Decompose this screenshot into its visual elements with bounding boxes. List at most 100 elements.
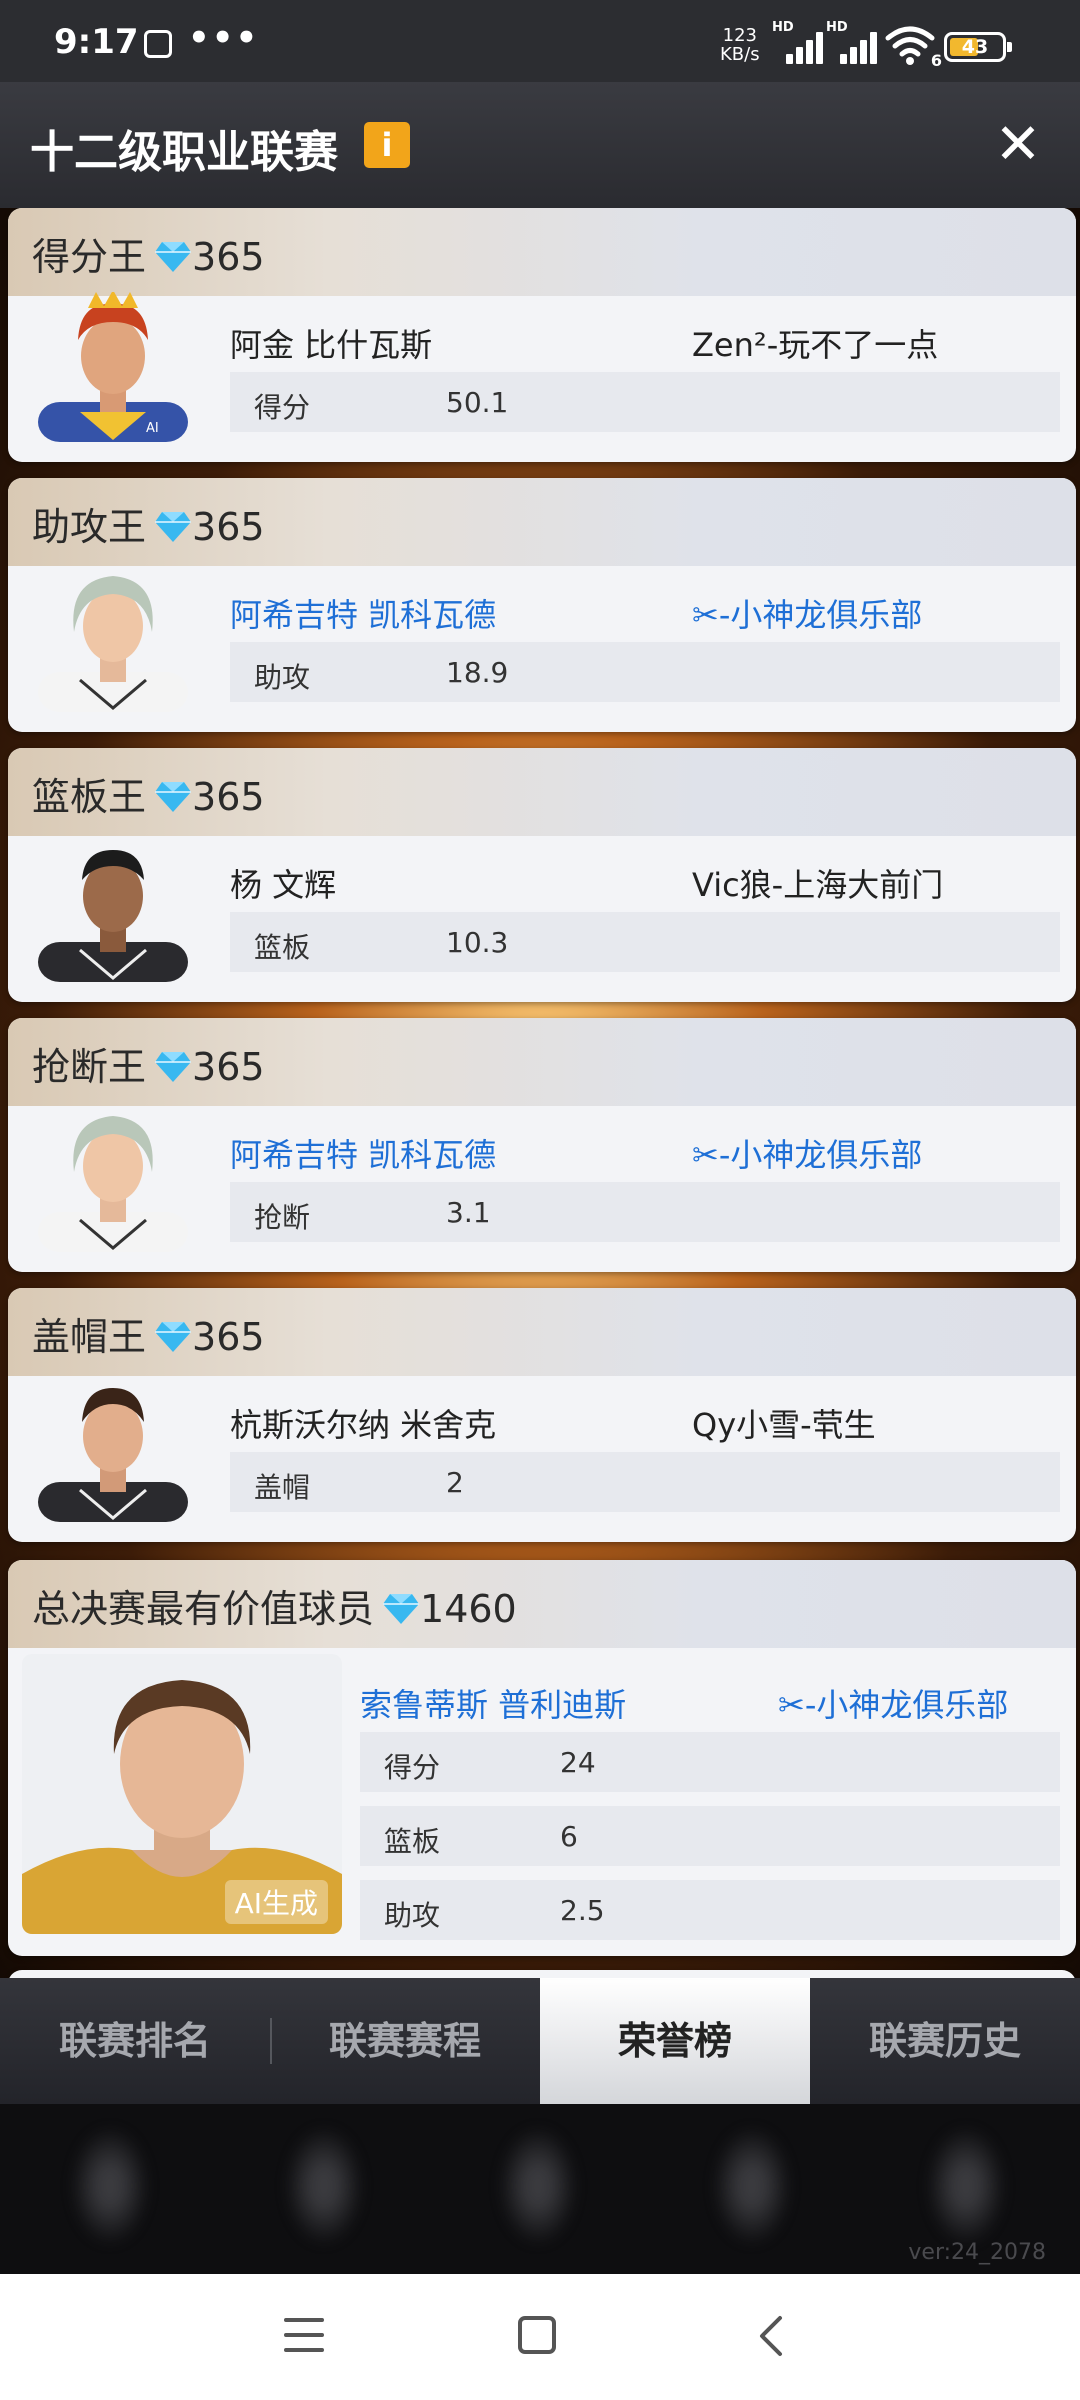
award-title-row: 助攻王 365 <box>32 496 265 551</box>
award-title: 篮板王 <box>32 775 147 819</box>
player-name[interactable]: 杭斯沃尔纳 米舍克 <box>230 1400 496 1446</box>
header: 十二级职业联赛 i ✕ <box>0 82 1080 208</box>
player-name[interactable]: 杨 文辉 <box>230 860 336 906</box>
stat-value: 18.9 <box>446 656 509 689</box>
close-button[interactable]: ✕ <box>988 116 1048 176</box>
award-card-steals: 抢断王 365 阿希吉特 凯科瓦德 ✂-小神龙俱乐部 抢断 3.1 <box>8 1018 1076 1272</box>
stat-value: 6 <box>560 1820 578 1853</box>
wifi-badge: 6 <box>930 51 942 70</box>
award-title-row: 得分王 365 <box>32 226 265 281</box>
stat-row: 抢断 3.1 <box>230 1182 1060 1242</box>
diamond-icon <box>383 1594 420 1624</box>
stat-label: 得分 <box>384 1751 441 1784</box>
stat-value: 2.5 <box>560 1894 605 1927</box>
player-avatar[interactable]: AI <box>28 292 198 442</box>
player-avatar[interactable] <box>28 1102 198 1252</box>
stat-row: 篮板 6 <box>360 1806 1060 1866</box>
scissors-icon: ✂ <box>692 1136 719 1174</box>
stat-label: 得分 <box>254 391 311 424</box>
player-avatar[interactable] <box>28 832 198 982</box>
award-card-scoring: 得分王 365 AI 阿金 比什瓦斯 Zen²-玩不了一点 得分 50.1 <box>8 208 1076 462</box>
battery-level: 43 <box>961 36 989 58</box>
signal-icon-2: HD <box>826 20 878 64</box>
diamond-reward: 1460 <box>420 1587 517 1631</box>
stat-row: 助攻 2.5 <box>360 1880 1060 1940</box>
award-title: 盖帽王 <box>32 1315 147 1359</box>
diamond-icon <box>155 512 192 542</box>
scissors-icon: ✂ <box>778 1686 805 1724</box>
award-header: 抢断王 365 <box>8 1018 1076 1106</box>
app-notification-icon <box>144 30 172 58</box>
team-name-text: -小神龙俱乐部 <box>718 1136 923 1174</box>
award-title: 助攻王 <box>32 505 147 549</box>
stat-row: 得分 50.1 <box>230 372 1060 432</box>
blurred-bottom-menu: ver:24_2078 <box>0 2104 1080 2274</box>
blurred-menu-icon <box>498 2126 578 2246</box>
diamond-reward: 365 <box>192 775 265 819</box>
stat-value: 50.1 <box>446 386 509 419</box>
hd-label-2: HD <box>826 20 848 35</box>
mvp-team-name[interactable]: ✂-小神龙俱乐部 <box>778 1680 1008 1726</box>
status-time: 9:17 <box>54 22 139 62</box>
award-title-row: 总决赛最有价值球员 1460 <box>32 1578 517 1633</box>
award-title: 总决赛最有价值球员 <box>32 1587 375 1631</box>
award-title-row: 篮板王 365 <box>32 766 265 821</box>
diamond-icon <box>155 782 192 812</box>
wifi-icon: 6 <box>884 22 942 70</box>
tab-league-schedule[interactable]: 联赛赛程 <box>270 1978 540 2104</box>
info-button[interactable]: i <box>364 122 410 168</box>
more-notifications-icon: ••• <box>188 18 260 58</box>
tab-honor-roll[interactable]: 荣誉榜 <box>540 1978 810 2104</box>
team-name-text: -小神龙俱乐部 <box>718 596 923 634</box>
team-name-text: -小神龙俱乐部 <box>804 1686 1009 1724</box>
diamond-reward: 365 <box>192 1315 265 1359</box>
award-header: 得分王 365 <box>8 208 1076 296</box>
player-avatar[interactable] <box>28 562 198 712</box>
version-label: ver:24_2078 <box>908 2240 1046 2265</box>
mvp-avatar[interactable]: AI生成 <box>22 1654 342 1934</box>
award-header: 总决赛最有价值球员 1460 <box>8 1560 1076 1648</box>
blurred-menu-icon <box>284 2126 364 2246</box>
diamond-reward: 365 <box>192 505 265 549</box>
status-bar: 9:17 ••• 123 KB/s HD HD 6 43 <box>0 0 1080 82</box>
award-header: 盖帽王 365 <box>8 1288 1076 1376</box>
tab-league-ranking[interactable]: 联赛排名 <box>0 1978 270 2104</box>
home-icon[interactable] <box>518 2316 556 2354</box>
menu-icon[interactable] <box>284 2318 324 2354</box>
team-name[interactable]: ✂-小神龙俱乐部 <box>692 1130 922 1176</box>
award-card-rebounds: 篮板王 365 杨 文辉 Vic狼-上海大前门 篮板 10.3 <box>8 748 1076 1002</box>
team-name[interactable]: ✂-小神龙俱乐部 <box>692 590 922 636</box>
diamond-icon <box>155 1052 192 1082</box>
player-name[interactable]: 阿金 比什瓦斯 <box>230 320 432 366</box>
next-card-peek <box>8 1970 1076 1978</box>
player-name[interactable]: 阿希吉特 凯科瓦德 <box>230 1130 496 1176</box>
team-name[interactable]: Zen²-玩不了一点 <box>692 320 938 366</box>
battery-icon: 43 <box>944 32 1012 62</box>
stat-row: 得分 24 <box>360 1732 1060 1792</box>
team-name[interactable]: Qy小雪-茕生 <box>692 1400 876 1446</box>
back-icon[interactable] <box>752 2314 792 2358</box>
stat-row: 助攻 18.9 <box>230 642 1060 702</box>
stat-value: 10.3 <box>446 926 509 959</box>
player-name[interactable]: 阿希吉特 凯科瓦德 <box>230 590 496 636</box>
stat-label: 篮板 <box>384 1825 441 1858</box>
stat-label: 篮板 <box>254 931 311 964</box>
award-title: 抢断王 <box>32 1045 147 1089</box>
tab-bar: 联赛排名 联赛赛程 荣誉榜 联赛历史 <box>0 1978 1080 2104</box>
award-header: 篮板王 365 <box>8 748 1076 836</box>
hd-label: HD <box>772 20 794 35</box>
network-speed-unit: KB/s <box>720 44 760 65</box>
scissors-icon: ✂ <box>692 596 719 634</box>
tab-league-history[interactable]: 联赛历史 <box>810 1978 1080 2104</box>
honor-list[interactable]: 得分王 365 AI 阿金 比什瓦斯 Zen²-玩不了一点 得分 50.1 助攻王… <box>0 208 1080 1978</box>
award-card-assists: 助攻王 365 阿希吉特 凯科瓦德 ✂-小神龙俱乐部 助攻 18.9 <box>8 478 1076 732</box>
network-speed: 123 KB/s <box>720 26 760 64</box>
stat-label: 助攻 <box>384 1899 441 1932</box>
mvp-player-name[interactable]: 索鲁蒂斯 普利迪斯 <box>360 1680 626 1726</box>
diamond-icon <box>155 1322 192 1352</box>
network-speed-value: 123 <box>722 25 757 46</box>
svg-text:AI: AI <box>146 421 159 436</box>
player-avatar[interactable] <box>28 1372 198 1522</box>
team-name[interactable]: Vic狼-上海大前门 <box>692 860 943 906</box>
blurred-menu-icon <box>712 2126 792 2246</box>
